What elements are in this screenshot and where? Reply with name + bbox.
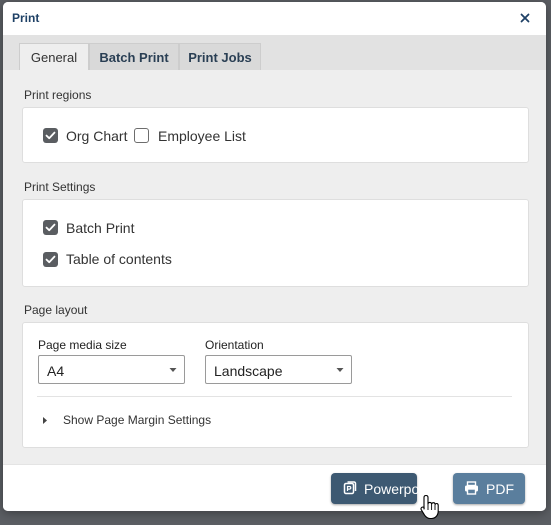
pdf-button[interactable]: PDF (453, 473, 525, 504)
table-of-contents-checkbox[interactable] (43, 252, 58, 267)
tab-strip: General Batch Print Print Jobs (3, 35, 546, 70)
print-dialog: Print General Batch Print Print Jobs Pri… (3, 2, 546, 511)
chevron-down-icon (336, 368, 344, 372)
pdf-label: PDF (486, 481, 514, 497)
close-icon[interactable] (517, 10, 533, 26)
media-size-label: Page media size (38, 338, 127, 352)
margin-settings-label: Show Page Margin Settings (63, 413, 212, 427)
powerpoint-icon (343, 481, 357, 495)
employee-list-checkbox[interactable] (134, 128, 149, 143)
print-settings-panel: Batch Print Table of contents (22, 199, 529, 287)
dialog-body: General Batch Print Print Jobs Print reg… (3, 35, 546, 464)
print-settings-heading: Print Settings (24, 180, 96, 194)
org-chart-label[interactable]: Org Chart (66, 128, 127, 144)
print-regions-heading: Print regions (24, 88, 92, 102)
tab-general[interactable]: General (19, 43, 89, 70)
print-regions-panel: Org Chart Employee List (22, 107, 529, 163)
orientation-label: Orientation (205, 338, 264, 352)
dialog-title: Print (12, 11, 40, 25)
table-of-contents-label[interactable]: Table of contents (66, 251, 172, 267)
page-layout-panel: Page media size A4 Orientation Landscape… (22, 322, 529, 448)
batch-print-label[interactable]: Batch Print (66, 220, 134, 236)
employee-list-label[interactable]: Employee List (158, 128, 246, 144)
orientation-select[interactable]: Landscape (205, 355, 352, 384)
batch-print-checkbox[interactable] (43, 220, 58, 235)
hand-cursor-icon (420, 494, 439, 520)
media-size-value: A4 (47, 363, 65, 379)
chevron-down-icon (169, 368, 177, 372)
dialog-footer: Powerpoint PDF (3, 464, 546, 511)
orientation-value: Landscape (214, 363, 283, 379)
caret-right-icon (43, 417, 47, 424)
tab-batch-print[interactable]: Batch Print (89, 43, 179, 70)
dialog-titlebar: Print (3, 2, 546, 35)
divider (37, 396, 512, 397)
org-chart-checkbox[interactable] (43, 128, 58, 143)
printer-icon (465, 481, 478, 495)
tab-print-jobs[interactable]: Print Jobs (179, 43, 261, 70)
powerpoint-button[interactable]: Powerpoint (331, 473, 434, 504)
media-size-select[interactable]: A4 (38, 355, 185, 384)
page-layout-heading: Page layout (24, 303, 88, 317)
